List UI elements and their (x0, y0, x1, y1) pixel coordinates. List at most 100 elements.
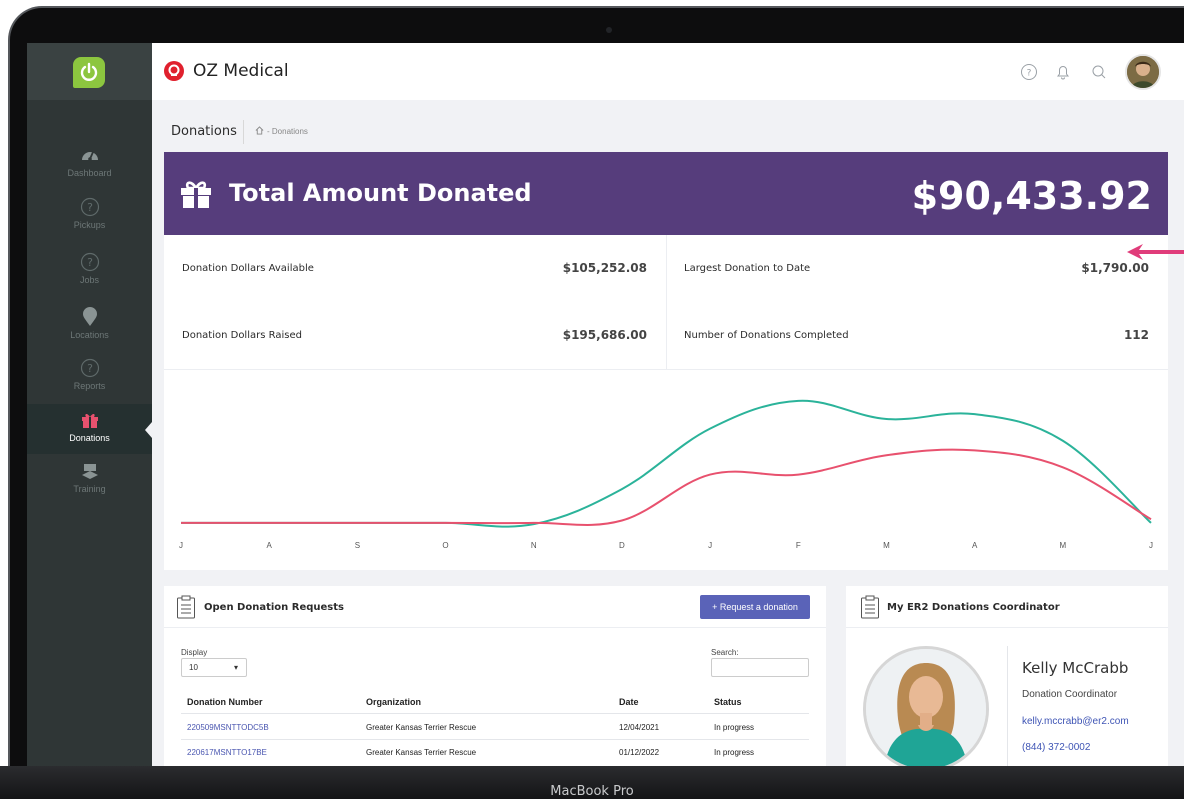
x-axis-tick-label: M (883, 541, 890, 550)
search-icon[interactable] (1090, 63, 1108, 81)
graduation-cap-icon (81, 464, 98, 479)
total-amount-value: $90,433.92 (911, 174, 1152, 218)
sidebar-item-reports[interactable]: ? Reports (27, 358, 152, 410)
gift-icon (181, 181, 211, 208)
display-count-value: 10 (189, 663, 198, 672)
x-axis-tick-label: J (179, 541, 183, 550)
home-icon[interactable] (255, 126, 264, 135)
request-donation-button[interactable]: + Request a donation (700, 595, 810, 619)
svg-text:?: ? (87, 201, 93, 214)
clipboard-list-icon (177, 595, 195, 619)
sidebar-item-label: Pickups (73, 220, 106, 230)
sidebar-item-dashboard[interactable]: Dashboard (27, 145, 152, 197)
brand-logo-icon (164, 61, 184, 81)
stat-value-available: $105,252.08 (562, 261, 647, 275)
donations-chart-card: JASONDJFMAMJ (164, 370, 1168, 570)
stat-label-available: Donation Dollars Available (182, 263, 314, 274)
sidebar-item-label: Donations (69, 433, 110, 443)
help-circle-icon: ? (80, 252, 99, 272)
table-cell-date: 01/12/2022 (619, 748, 660, 757)
coordinator-photo (863, 646, 989, 766)
stat-label-largest: Largest Donation to Date (684, 263, 811, 274)
breadcrumb: - Donations (267, 127, 308, 136)
sidebar-item-label: Locations (70, 330, 109, 340)
sidebar-item-label: Reports (73, 381, 106, 391)
x-axis-tick-label: F (796, 541, 801, 550)
table-header-divider (181, 713, 809, 714)
total-donated-banner: Total Amount Donated $90,433.92 (164, 152, 1168, 235)
sidebar-item-jobs[interactable]: ? Jobs (27, 252, 152, 304)
svg-text:?: ? (87, 256, 93, 269)
webcam (606, 27, 612, 33)
active-indicator (145, 422, 152, 438)
sidebar-item-label: Jobs (79, 275, 99, 285)
app-screen: Dashboard ? Pickups ? Jobs Locations ? R… (27, 43, 1184, 766)
coordinator-header: My ER2 Donations Coordinator (846, 586, 1168, 628)
x-axis-tick-label: A (267, 541, 273, 550)
coordinator-phone-link[interactable]: (844) 372-0002 (1022, 742, 1090, 753)
column-header-donation-number[interactable]: Donation Number (187, 697, 263, 707)
table-cell-status: In progress (714, 723, 755, 732)
clipboard-list-icon (861, 595, 879, 619)
pink-arrow-icon (1127, 244, 1184, 260)
table-row-divider (181, 739, 809, 740)
stat-value-raised: $195,686.00 (562, 328, 647, 342)
x-axis-tick-label: S (355, 541, 360, 550)
coordinator-title: My ER2 Donations Coordinator (887, 602, 1060, 613)
donations-line-chart: JASONDJFMAMJ (179, 399, 1153, 550)
donation-number-link[interactable]: 220617MSNTTO17BE (187, 748, 267, 757)
map-pin-icon (82, 307, 97, 326)
sidebar-item-pickups[interactable]: ? Pickups (27, 197, 152, 249)
device-label: MacBook Pro (550, 784, 634, 799)
display-label: Display (181, 648, 208, 657)
stat-label-raised: Donation Dollars Raised (182, 330, 302, 341)
stats-divider (666, 235, 667, 370)
stat-label-count: Number of Donations Completed (684, 330, 849, 341)
coordinator-name: Kelly McCrabb (1022, 659, 1129, 677)
sidebar-logo-area (27, 43, 152, 100)
power-icon (80, 62, 98, 81)
donation-number-link[interactable]: 220509MSNTTODC5B (187, 723, 269, 732)
x-axis-tick-label: J (708, 541, 712, 550)
open-requests-title: Open Donation Requests (204, 602, 344, 613)
chart-series-line-2 (181, 448, 1152, 526)
svg-text:?: ? (87, 362, 93, 375)
coordinator-email-link[interactable]: kelly.mccrabb@er2.com (1022, 716, 1129, 727)
sidebar-item-training[interactable]: Training (27, 461, 152, 513)
coordinator-card: My ER2 Donations Coordinator Kelly McCra… (846, 586, 1168, 766)
bell-icon[interactable] (1054, 63, 1072, 81)
x-axis-tick-label: J (1149, 541, 1153, 550)
search-input[interactable] (711, 658, 809, 677)
x-axis-tick-label: A (972, 541, 978, 550)
stat-value-count: 112 (1123, 328, 1149, 342)
display-count-select[interactable]: 10 ▾ (181, 658, 247, 677)
brand-name: OZ Medical (193, 61, 289, 81)
sidebar: Dashboard ? Pickups ? Jobs Locations ? R… (27, 43, 152, 766)
x-axis-tick-label: N (531, 541, 537, 550)
sidebar-item-donations[interactable]: Donations (27, 404, 152, 454)
open-requests-header: Open Donation Requests + Request a donat… (164, 586, 826, 628)
column-header-organization[interactable]: Organization (366, 697, 421, 707)
page-title: Donations (171, 124, 237, 139)
column-header-date[interactable]: Date (619, 697, 639, 707)
sidebar-item-locations[interactable]: Locations (27, 307, 152, 359)
column-header-status[interactable]: Status (714, 697, 742, 707)
svg-text:?: ? (1027, 69, 1032, 79)
dashboard-gauge-icon (81, 151, 98, 161)
x-axis-tick-label: M (1059, 541, 1066, 550)
donation-stats: Donation Dollars Available $105,252.08 D… (164, 235, 1168, 370)
page-header-divider (243, 120, 244, 144)
table-cell-date: 12/04/2021 (619, 723, 660, 732)
user-avatar[interactable] (1125, 54, 1161, 90)
help-circle-icon: ? (80, 197, 99, 217)
help-icon[interactable]: ? (1020, 63, 1038, 81)
topbar: OZ Medical ? (152, 43, 1184, 100)
chart-series-line-1 (181, 399, 1152, 528)
app-logo[interactable] (73, 57, 105, 88)
x-axis-tick-label: D (619, 541, 625, 550)
open-requests-card: Open Donation Requests + Request a donat… (164, 586, 826, 766)
coordinator-role: Donation Coordinator (1022, 689, 1118, 700)
sidebar-item-label: Dashboard (67, 168, 112, 178)
banner-title: Total Amount Donated (229, 179, 532, 207)
x-axis-tick-label: O (442, 541, 448, 550)
